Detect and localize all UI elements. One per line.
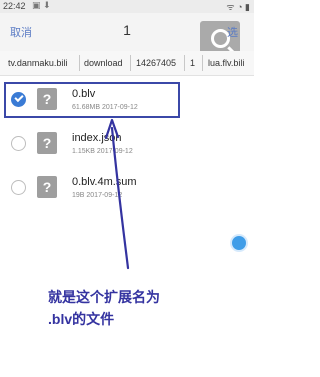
annotation-caption-line-1: 就是这个扩展名为 [48,289,160,305]
unknown-file-icon: ? [37,176,57,198]
file-row[interactable]: ? 0.blv.4m.sum 19B 2017-09-12 [0,168,254,212]
breadcrumb-item[interactable]: 1 [190,58,195,68]
breadcrumb-divider [184,55,185,71]
checkbox-unchecked-icon[interactable] [11,136,26,151]
notification-icons: ▣ ⬇ [32,0,51,10]
title-bar: 取消 1 选 [0,13,254,61]
breadcrumb-item[interactable]: lua.flv.bili [208,58,244,68]
status-bar: 22:42 ▣ ⬇ ᯤ ◔ ▮ [0,0,254,13]
file-meta: 1.15KB 2017-09-12 [72,148,133,155]
breadcrumb: tv.danmaku.bili download 14267405 1 lua.… [0,51,254,76]
floating-assist-button[interactable] [230,234,248,252]
file-name: 0.blv.4m.sum [72,176,137,188]
breadcrumb-item[interactable]: tv.danmaku.bili [8,58,67,68]
file-row[interactable]: ? index.json 1.15KB 2017-09-12 [0,124,254,168]
breadcrumb-item[interactable]: 14267405 [136,58,176,68]
unknown-file-icon: ? [37,132,57,154]
select-all-button[interactable]: 选 [227,24,238,40]
breadcrumb-divider [79,55,80,71]
checkbox-unchecked-icon[interactable] [11,180,26,195]
breadcrumb-item[interactable]: download [84,58,123,68]
file-name: index.json [72,132,122,144]
highlight-frame [4,82,180,118]
status-time: 22:42 [3,1,26,11]
breadcrumb-divider [130,55,131,71]
system-status-icons: ᯤ ◔ ▮ [226,2,250,12]
breadcrumb-divider [202,55,203,71]
annotation-caption-line-2: .blv的文件 [48,311,115,327]
file-meta: 19B 2017-09-12 [72,192,123,199]
